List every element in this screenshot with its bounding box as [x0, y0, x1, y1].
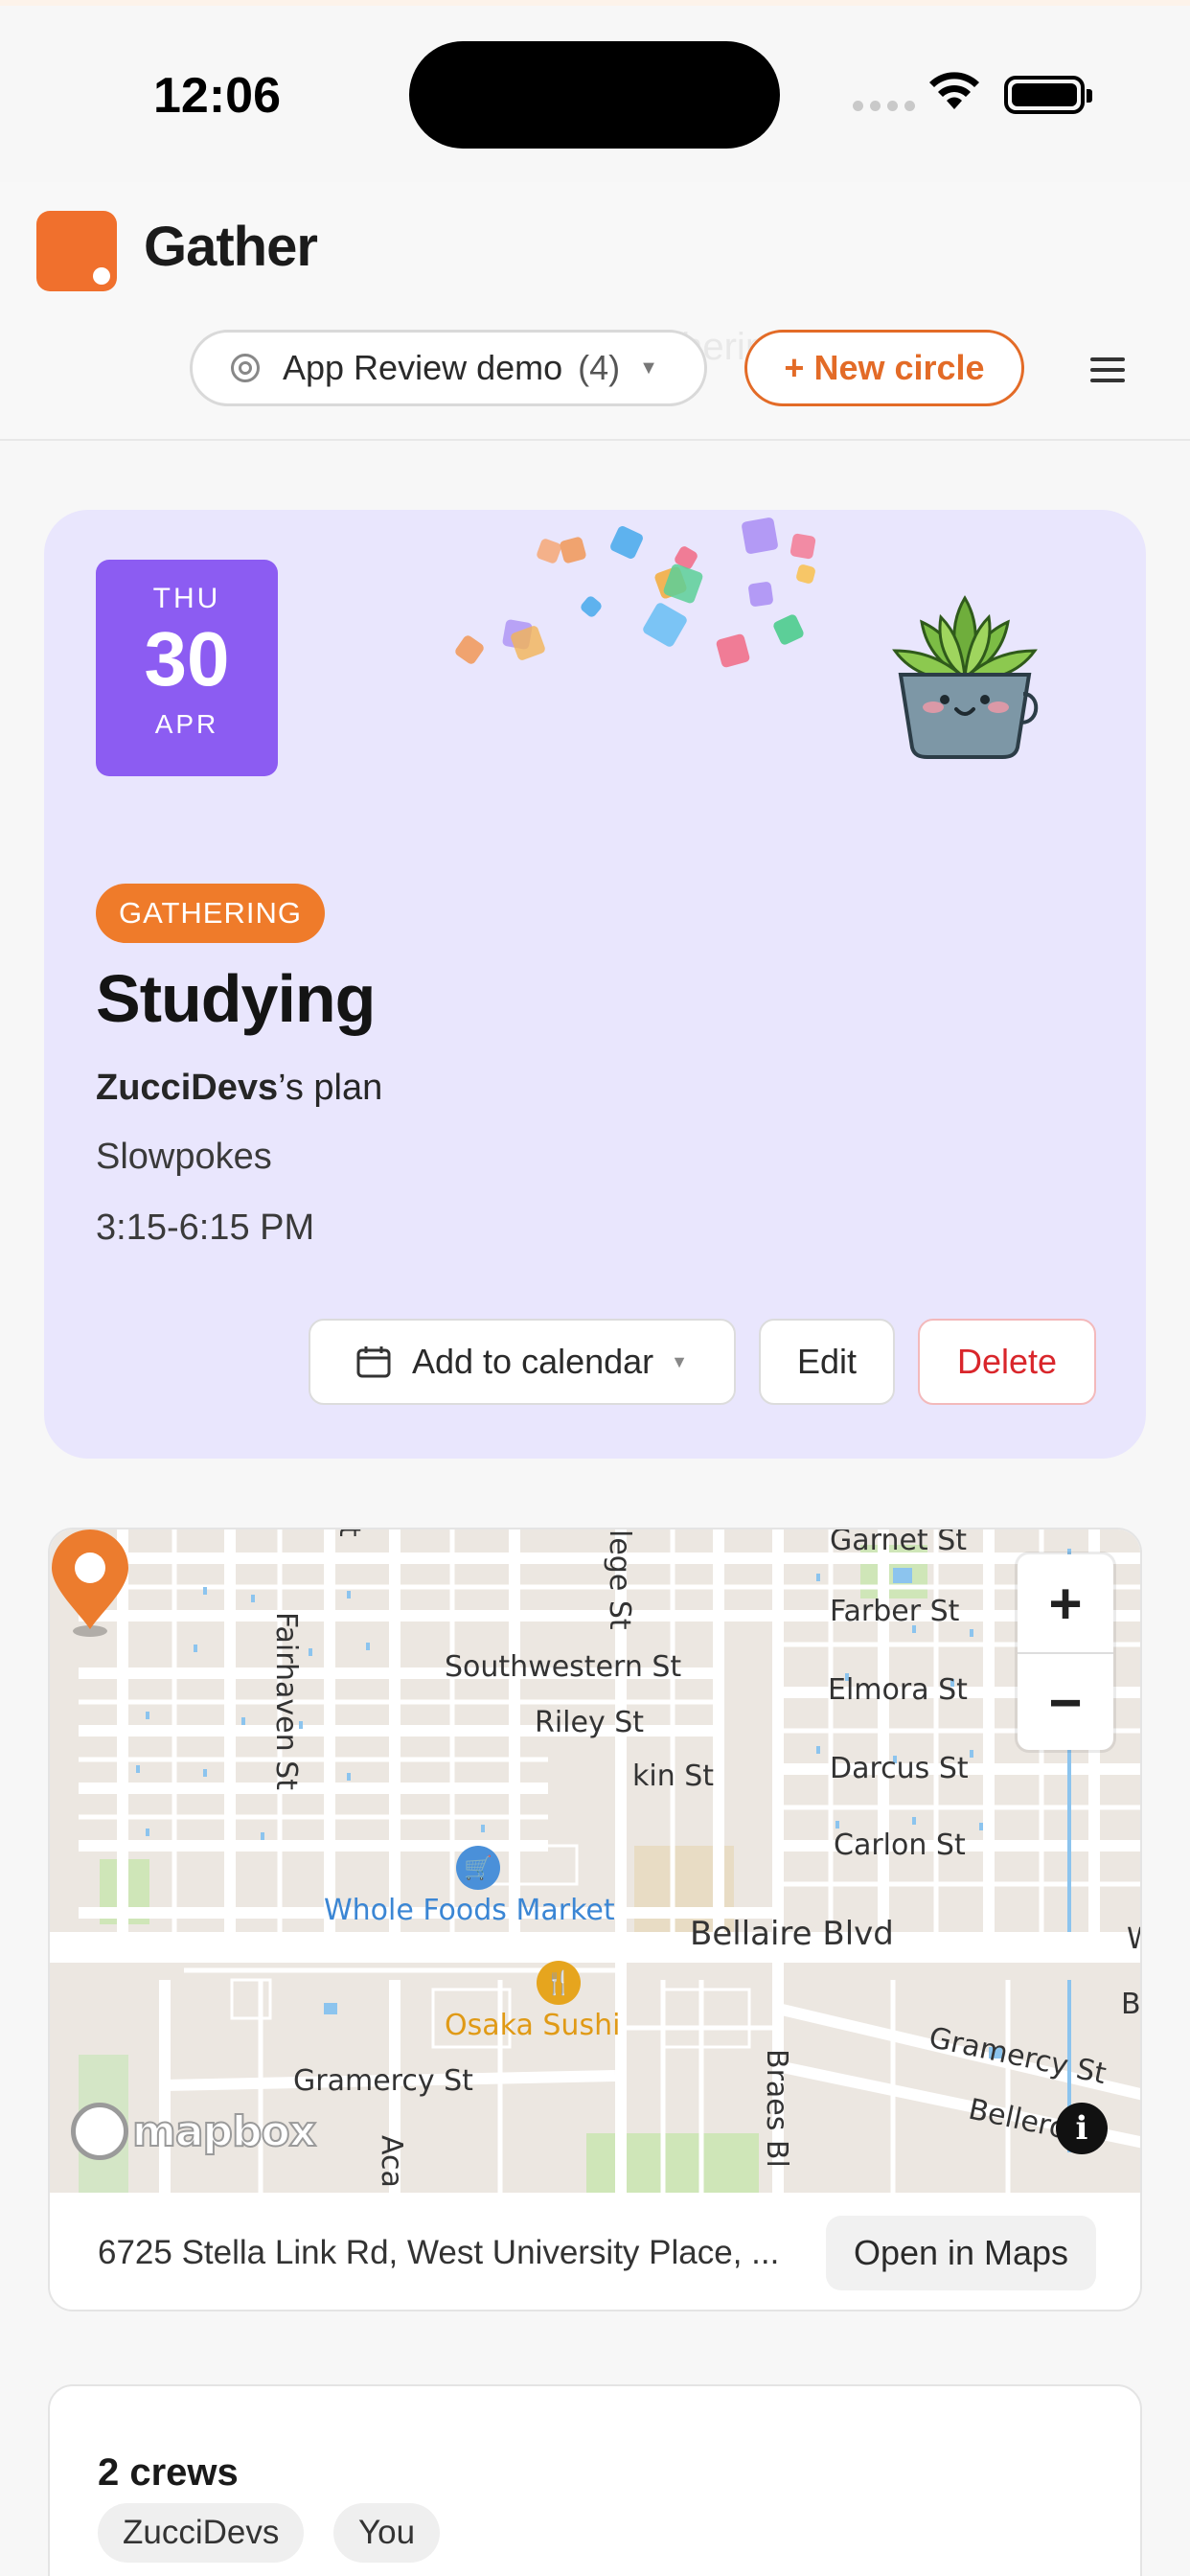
add-to-calendar-label: Add to calendar [411, 1342, 654, 1381]
crews-card: 2 crews ZucciDevs You [48, 2384, 1142, 2576]
street-label-b: B [1121, 1988, 1141, 2021]
calendar-icon [356, 1346, 391, 1378]
poi-whole-foods[interactable]: Whole Foods Market [324, 1894, 615, 1927]
wifi-icon [929, 72, 979, 109]
address-row: 6725 Stella Link Rd, West University Pla… [50, 2193, 1140, 2310]
status-bar: 12:06 [0, 0, 1190, 182]
crew-chip[interactable]: You [333, 2503, 441, 2563]
street-label-bellaire: Bellaire Blvd [690, 1915, 894, 1953]
succulent-mascot-icon [892, 595, 1039, 759]
crews-count: 2 crews [98, 2451, 239, 2494]
confetti-decoration [370, 510, 906, 702]
add-to-calendar-button[interactable]: Add to calendar ▼ [309, 1319, 736, 1405]
street-label-fairhaven: Fairhaven St [269, 1612, 303, 1790]
mapbox-logo: mapbox [71, 2103, 317, 2160]
location-card: Garnet St Farber St Southwestern St Elmo… [48, 1528, 1142, 2312]
street-label-aca: Aca [375, 2135, 408, 2188]
restaurant-fork-knife-icon[interactable]: 🍴 [537, 1961, 581, 2005]
street-label-t: t [332, 1530, 366, 1537]
app-title: Gather [144, 216, 318, 278]
owner-suffix: ’s plan [278, 1068, 383, 1108]
event-owner: ZucciDevs’s plan [96, 1068, 382, 1109]
event-address: 6725 Stella Link Rd, West University Pla… [98, 2234, 780, 2271]
owner-name: ZucciDevs [96, 1068, 279, 1108]
cellular-signal-icon [853, 101, 915, 111]
chevron-down-icon: ▼ [671, 1351, 688, 1371]
chevron-down-icon: ▼ [639, 356, 658, 379]
circle-icon [231, 354, 260, 382]
zoom-out-button[interactable]: − [1018, 1652, 1113, 1750]
event-title: Studying [96, 961, 376, 1036]
date-weekday: THU [152, 583, 221, 614]
circle-selector[interactable]: App Review demo (4) ▼ [190, 330, 707, 406]
street-label-elmora: Elmora St [828, 1673, 968, 1707]
street-label-carlon: Carlon St [834, 1828, 966, 1862]
battery-icon [1004, 76, 1092, 114]
street-label-braes: Braes Bl [760, 2049, 793, 2168]
date-month: APR [154, 709, 219, 739]
gather-logo-icon [36, 211, 117, 291]
hamburger-menu-icon[interactable] [1090, 357, 1125, 382]
date-day: 30 [144, 616, 230, 702]
street-label-w: W [1127, 1922, 1140, 1956]
event-place: Slowpokes [96, 1137, 272, 1177]
dynamic-island [409, 41, 780, 149]
grocery-cart-icon[interactable]: 🛒 [456, 1846, 500, 1890]
crew-chip[interactable]: ZucciDevs [98, 2503, 305, 2563]
circle-member-count: (4) [578, 348, 621, 387]
street-label-riley: Riley St [535, 1706, 645, 1739]
date-badge: THU 30 APR [96, 560, 278, 776]
gathering-tag: GATHERING [96, 884, 325, 943]
event-time: 3:15-6:15 PM [96, 1208, 315, 1248]
open-in-maps-button[interactable]: Open in Maps [826, 2216, 1096, 2290]
app-header: Gather therings App Review demo (4) ▼ + … [0, 182, 1190, 441]
zoom-in-button[interactable]: + [1018, 1554, 1113, 1652]
new-circle-button[interactable]: + New circle [744, 330, 1024, 406]
zoom-controls: + − [1018, 1554, 1113, 1750]
info-icon[interactable]: i [1056, 2103, 1108, 2154]
street-label-garnet: Garnet St [830, 1530, 968, 1557]
street-label-college: lege St [603, 1530, 636, 1630]
street-label-gramercy-left: Gramercy St [293, 2064, 473, 2098]
poi-osaka-sushi[interactable]: Osaka Sushi [445, 2009, 620, 2042]
street-label-kin: kin St [632, 1760, 715, 1793]
street-label-farber: Farber St [830, 1595, 960, 1628]
map-view[interactable]: Garnet St Farber St Southwestern St Elmo… [50, 1530, 1141, 2193]
delete-button[interactable]: Delete [918, 1319, 1096, 1405]
edit-button[interactable]: Edit [759, 1319, 895, 1405]
circle-name: App Review demo [283, 348, 563, 387]
location-pin-icon[interactable] [50, 1530, 130, 1637]
street-label-darcus: Darcus St [830, 1752, 969, 1785]
mapbox-wordmark: mapbox [131, 2106, 317, 2157]
status-time: 12:06 [153, 68, 281, 124]
street-label-southwestern: Southwestern St [445, 1650, 682, 1684]
gathering-card: THU 30 APR GATHERING Studying ZucciDevs’… [44, 510, 1146, 1459]
mapbox-mark-icon [71, 2103, 128, 2160]
